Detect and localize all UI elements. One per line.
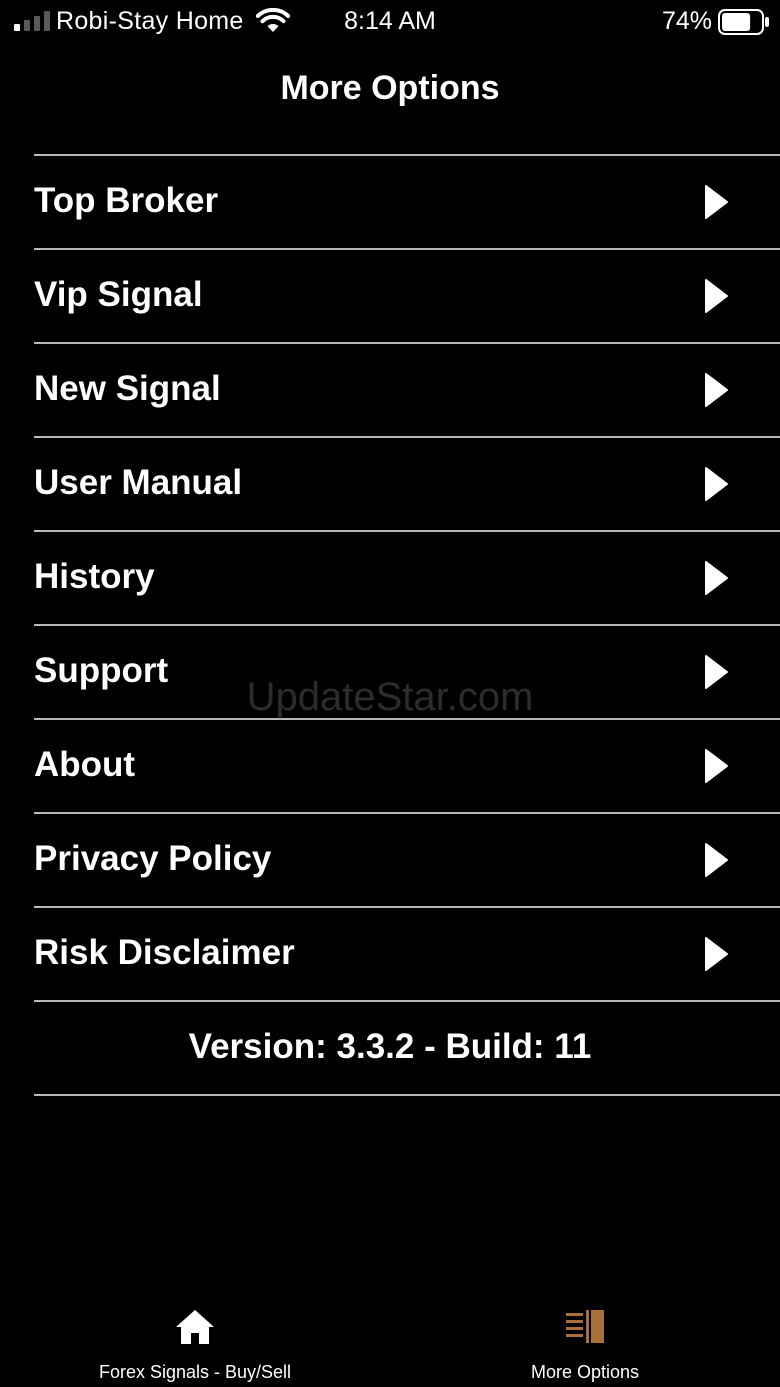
- menu-item-top-broker[interactable]: Top Broker: [34, 156, 780, 250]
- battery-percentage: 74%: [661, 7, 712, 35]
- tab-label: Forex Signals - Buy/Sell: [98, 1362, 292, 1382]
- menu-item-about[interactable]: About: [34, 720, 780, 814]
- menu-item-support[interactable]: Support: [34, 626, 780, 720]
- version-text: Version: 3.3.2 - Build: 11: [188, 1027, 592, 1066]
- menu-item-label: Risk Disclaimer: [34, 933, 295, 972]
- menu-item-label: History: [34, 557, 155, 596]
- battery-icon: [718, 9, 769, 35]
- chevron-right-icon: [705, 937, 728, 971]
- menu-item-label: User Manual: [34, 463, 243, 502]
- chevron-right-icon: [705, 561, 728, 595]
- menu-item-label: About: [34, 745, 136, 784]
- menu-item-new-signal[interactable]: New Signal: [34, 344, 780, 438]
- menu-item-vip-signal[interactable]: Vip Signal: [34, 250, 780, 344]
- menu-item-privacy-policy[interactable]: Privacy Policy: [34, 814, 780, 908]
- chevron-right-icon: [705, 749, 728, 783]
- menu-item-user-manual[interactable]: User Manual: [34, 438, 780, 532]
- menu-item-history[interactable]: History: [34, 532, 780, 626]
- wifi-icon: [256, 8, 290, 32]
- chevron-right-icon: [705, 843, 728, 877]
- version-row: Version: 3.3.2 - Build: 11: [34, 1002, 780, 1096]
- chevron-right-icon: [705, 655, 728, 689]
- page-title: More Options: [280, 69, 500, 107]
- chevron-right-icon: [705, 185, 728, 219]
- tab-more-options[interactable]: More Options: [390, 1290, 780, 1387]
- status-bar: Robi-Stay Home 8:14 AM 74%: [0, 0, 780, 44]
- carrier-name: Robi-Stay Home: [56, 7, 244, 35]
- chevron-right-icon: [705, 467, 728, 501]
- menu-item-label: New Signal: [34, 369, 221, 408]
- chevron-right-icon: [705, 279, 728, 313]
- clock: 8:14 AM: [344, 7, 436, 35]
- tab-label: More Options: [530, 1362, 640, 1382]
- tab-forex-signals[interactable]: Forex Signals - Buy/Sell: [0, 1290, 390, 1387]
- menu-item-risk-disclaimer[interactable]: Risk Disclaimer: [34, 908, 780, 1002]
- signal-strength-icon: [14, 11, 50, 31]
- menu-item-label: Top Broker: [34, 181, 219, 220]
- menu-list: Top Broker Vip Signal New Signal User Ma…: [34, 154, 780, 1096]
- home-icon: [176, 1310, 214, 1344]
- menu-item-label: Support: [34, 651, 169, 690]
- chevron-right-icon: [705, 373, 728, 407]
- menu-item-label: Vip Signal: [34, 275, 203, 314]
- tab-bar: Forex Signals - Buy/Sell More Options: [0, 1290, 780, 1387]
- menu-item-label: Privacy Policy: [34, 839, 272, 878]
- more-options-icon: [566, 1310, 604, 1343]
